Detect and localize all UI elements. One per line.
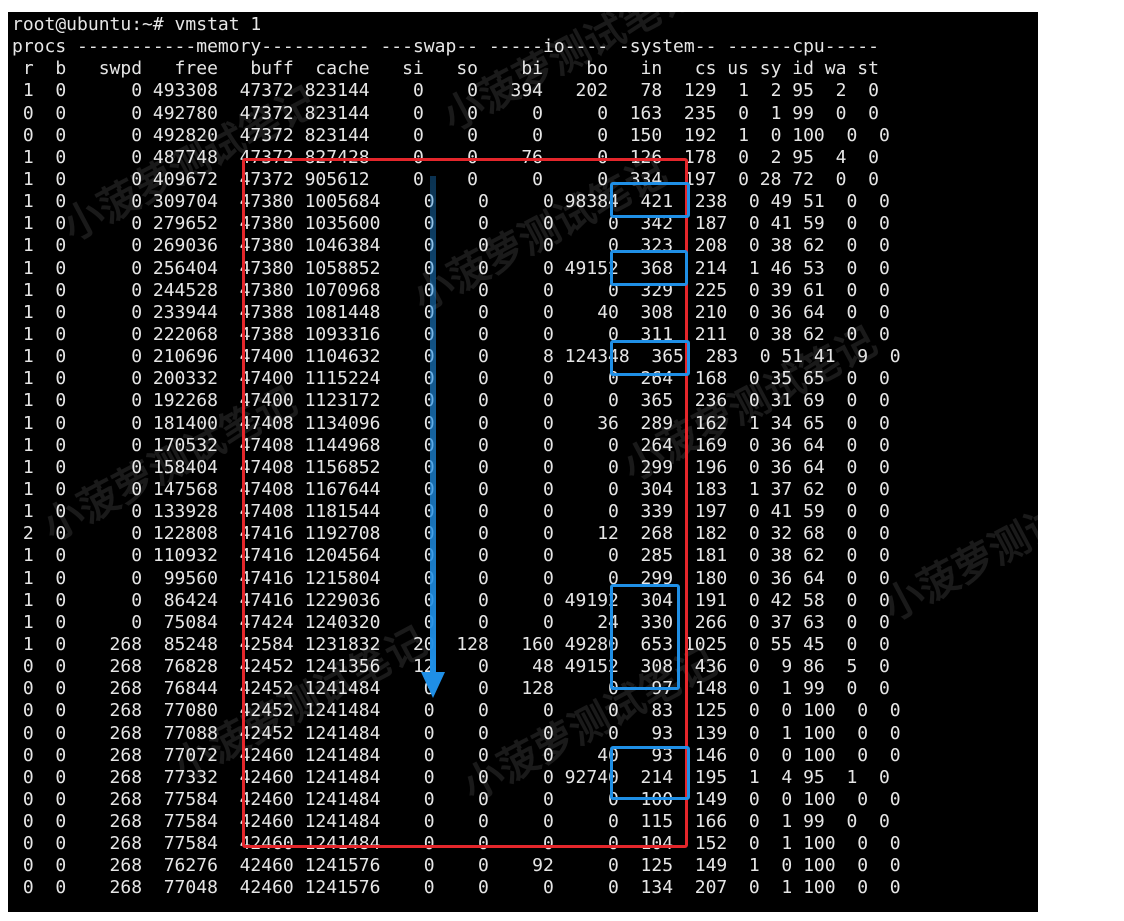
down-arrow-icon [421,176,445,698]
